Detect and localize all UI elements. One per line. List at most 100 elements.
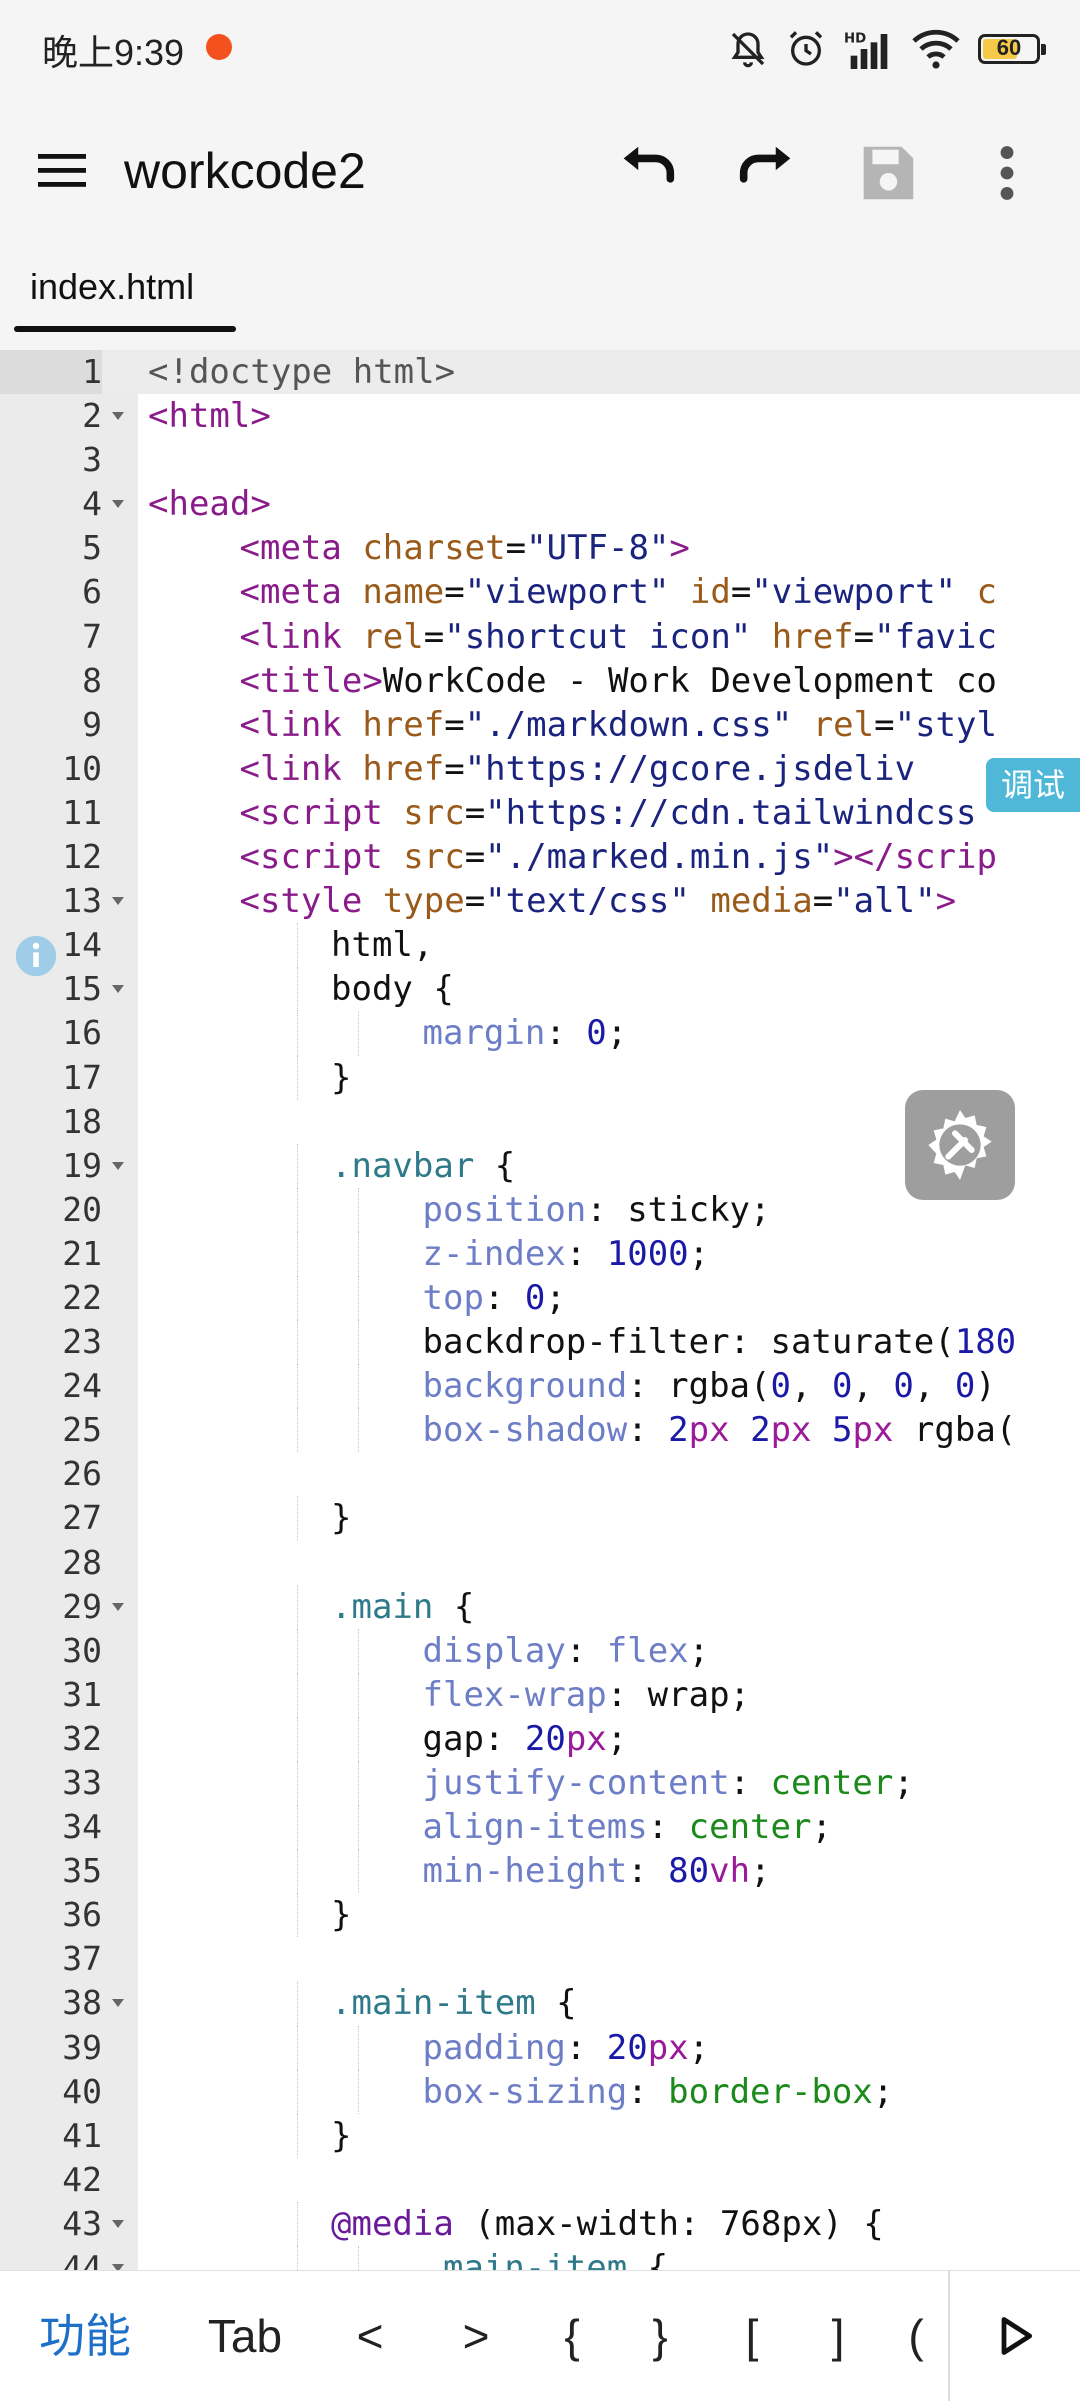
debug-button[interactable]: 调试 [986,758,1080,812]
code-line[interactable]: 5 <meta charset="UTF-8"> [0,526,1080,570]
code-text[interactable]: margin: 0; [423,1011,628,1055]
code-line[interactable]: 40 box-sizing: border-box; [0,2069,1080,2114]
less-than-key[interactable]: < [330,2271,410,2401]
code-line[interactable]: 2 <html> [0,394,1080,438]
code-text[interactable]: background: rgba(0, 0, 0, 0) [423,1364,996,1408]
code-line[interactable]: 12 <script src="./marked.min.js"></scrip [0,835,1080,879]
code-line[interactable]: 33 justify-content: center; [0,1761,1080,1806]
code-line[interactable]: 16 margin: 0; [0,1011,1080,1056]
code-text[interactable]: <link href="https://gcore.jsdeliv [240,747,916,791]
code-line[interactable]: 39 padding: 20px; [0,2025,1080,2070]
code-lines[interactable]: 1 <!doctype html> 2 <html> 3 4 <head> 5 <meta ch… [0,350,1080,2270]
code-text[interactable]: .main { [331,1585,474,1629]
code-text[interactable]: flex-wrap: wrap; [423,1673,751,1717]
code-text[interactable]: } [331,1893,351,1937]
undo-icon[interactable] [612,138,682,208]
code-line[interactable]: 4 <head> [0,482,1080,526]
code-line[interactable]: 43 @media (max-width: 768px) { [0,2201,1080,2247]
code-line[interactable]: 24 background: rgba(0, 0, 0, 0) [0,1364,1080,1409]
code-text[interactable]: .main-item { [423,2246,669,2270]
tab-index-html[interactable]: index.html [14,246,236,336]
code-line[interactable]: 21 z-index: 1000; [0,1231,1080,1276]
close-brace-key[interactable]: } [620,2271,700,2401]
code-line[interactable]: 36} [0,1893,1080,1938]
code-line[interactable]: 29 .main { [0,1584,1080,1629]
fold-arrow-icon[interactable] [112,1999,124,2008]
code-line[interactable]: 10 <link href="https://gcore.jsdeliv [0,747,1080,791]
code-line[interactable]: 3 [0,438,1080,482]
code-text[interactable]: box-shadow: 2px 2px 5px rgba( [423,1408,1017,1452]
code-line[interactable]: 27} [0,1496,1080,1541]
code-text[interactable]: <html> [148,394,271,438]
code-line[interactable]: 6 <meta name="viewport" id="viewport" c [0,570,1080,614]
function-key[interactable]: 功能 [20,2271,150,2401]
code-line[interactable]: 42 [0,2158,1080,2202]
save-icon[interactable] [852,138,922,208]
open-brace-key[interactable]: { [532,2271,612,2401]
code-text[interactable]: <link rel="shortcut icon" href="favic [240,615,997,659]
code-line[interactable]: 41} [0,2113,1080,2158]
code-text[interactable]: display: flex; [423,1629,710,1673]
code-line[interactable]: 25 box-shadow: 2px 2px 5px rgba( [0,1408,1080,1453]
settings-tool-button[interactable] [905,1090,1015,1200]
code-line[interactable]: 44 .main-item { [0,2246,1080,2270]
code-line[interactable]: 32 gap: 20px; [0,1716,1080,1761]
redo-icon[interactable] [732,138,802,208]
code-text[interactable]: body { [331,967,454,1011]
fold-arrow-icon[interactable] [112,1602,124,1611]
code-text[interactable]: min-height: 80vh; [423,1849,771,1893]
close-bracket-key[interactable]: ] [798,2271,878,2401]
code-line[interactable]: 28 [0,1541,1080,1585]
code-text[interactable]: backdrop-filter: saturate(180 [423,1320,1017,1364]
code-line[interactable]: 31 flex-wrap: wrap; [0,1672,1080,1717]
code-text[interactable]: gap: 20px; [423,1717,628,1761]
code-text[interactable]: <style type="text/css" media="all"> [240,879,957,923]
code-line[interactable]: 15 body { [0,967,1080,1012]
info-icon[interactable] [14,934,58,978]
code-line[interactable]: 22 top: 0; [0,1275,1080,1321]
code-text[interactable]: top: 0; [423,1276,566,1320]
code-text[interactable]: z-index: 1000; [423,1232,710,1276]
code-text[interactable]: <meta charset="UTF-8"> [240,526,690,570]
code-text[interactable]: <script src="./marked.min.js"></scrip [240,835,997,879]
code-text[interactable]: @media (max-width: 768px) { [331,2202,884,2246]
fold-arrow-icon[interactable] [112,412,124,421]
open-paren-key[interactable]: ( [886,2271,946,2401]
code-editor[interactable]: 1 <!doctype html> 2 <html> 3 4 <head> 5 <meta ch… [0,350,1080,2270]
code-line[interactable]: 23 backdrop-filter: saturate(180 [0,1320,1080,1365]
code-text[interactable]: <link href="./markdown.css" rel="styl [240,703,997,747]
code-line[interactable]: 35 min-height: 80vh; [0,1849,1080,1894]
code-text[interactable]: <title>WorkCode - Work Development co [240,659,997,703]
code-line[interactable]: 34 align-items: center; [0,1805,1080,1850]
fold-arrow-icon[interactable] [112,985,124,994]
code-text[interactable]: .navbar { [331,1144,515,1188]
fold-arrow-icon[interactable] [112,897,124,906]
code-line[interactable]: 8 <title>WorkCode - Work Development co [0,659,1080,703]
code-text[interactable]: <!doctype html> [148,350,455,394]
code-line[interactable]: 11 <script src="https://cdn.tailwindcss [0,791,1080,835]
code-text[interactable]: <script src="https://cdn.tailwindcss [240,791,977,835]
code-line[interactable]: 26 [0,1452,1080,1496]
code-text[interactable]: <meta name="viewport" id="viewport" c [240,570,998,614]
code-line[interactable]: 9 <link href="./markdown.css" rel="styl [0,703,1080,747]
code-line[interactable]: 13 <style type="text/css" media="all"> [0,879,1080,923]
code-line[interactable]: 7 <link rel="shortcut icon" href="favic [0,615,1080,659]
tab-key[interactable]: Tab [180,2271,310,2401]
code-text[interactable]: justify-content: center; [423,1761,914,1805]
menu-icon[interactable] [38,150,86,190]
greater-than-key[interactable]: > [436,2271,516,2401]
code-text[interactable]: <head> [148,482,271,526]
code-text[interactable]: box-sizing: border-box; [423,2070,894,2114]
code-line[interactable]: 1 <!doctype html> [0,350,1080,395]
open-bracket-key[interactable]: [ [712,2271,792,2401]
code-line[interactable]: 37 [0,1937,1080,1981]
code-line[interactable]: 14 html, [0,923,1080,968]
code-line[interactable]: 38 .main-item { [0,1981,1080,2026]
code-text[interactable]: } [331,1056,351,1100]
code-text[interactable]: } [331,1496,351,1540]
code-line[interactable]: 30 display: flex; [0,1628,1080,1673]
fold-arrow-icon[interactable] [112,500,124,509]
code-text[interactable]: html, [331,923,433,967]
code-text[interactable]: align-items: center; [423,1805,832,1849]
code-text[interactable]: padding: 20px; [423,2026,710,2070]
